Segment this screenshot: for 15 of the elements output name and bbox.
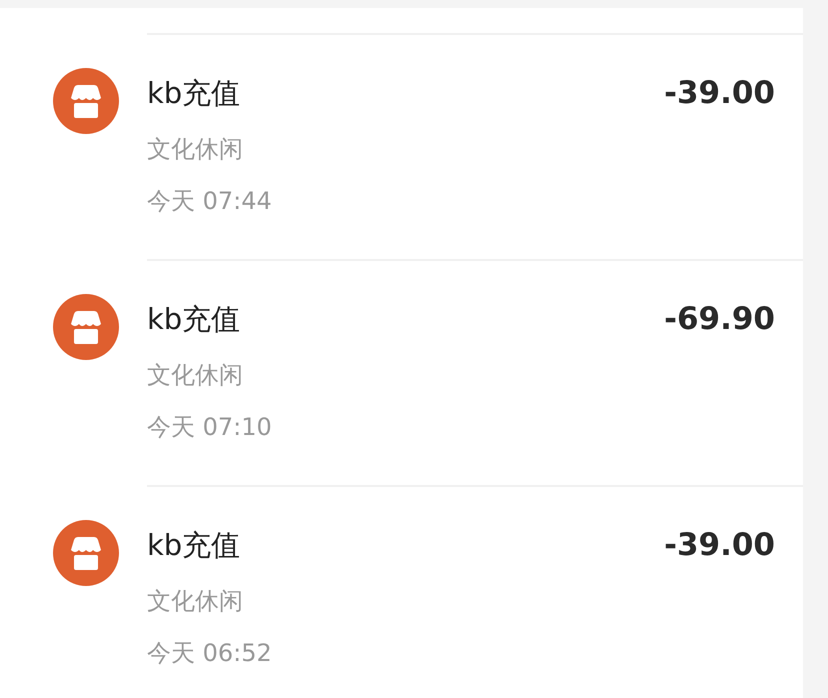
- transaction-title: kb充值: [147, 301, 242, 338]
- transaction-category: 文化休闲: [147, 360, 244, 391]
- store-icon: [53, 520, 119, 586]
- transaction-category: 文化休闲: [147, 134, 244, 165]
- store-icon: [53, 68, 119, 134]
- transaction-time: 今天 06:52: [147, 638, 272, 669]
- transaction-time: 今天 07:44: [147, 186, 272, 217]
- transaction-amount: -39.00: [664, 526, 775, 565]
- transaction-amount: -69.90: [664, 300, 775, 339]
- transaction-title: kb充值: [147, 527, 242, 564]
- transaction-amount: -39.00: [664, 74, 775, 113]
- transaction-time: 今天 07:10: [147, 412, 272, 443]
- transaction-title: kb充值: [147, 75, 242, 112]
- store-icon: [53, 294, 119, 360]
- transaction-category: 文化休闲: [147, 586, 244, 617]
